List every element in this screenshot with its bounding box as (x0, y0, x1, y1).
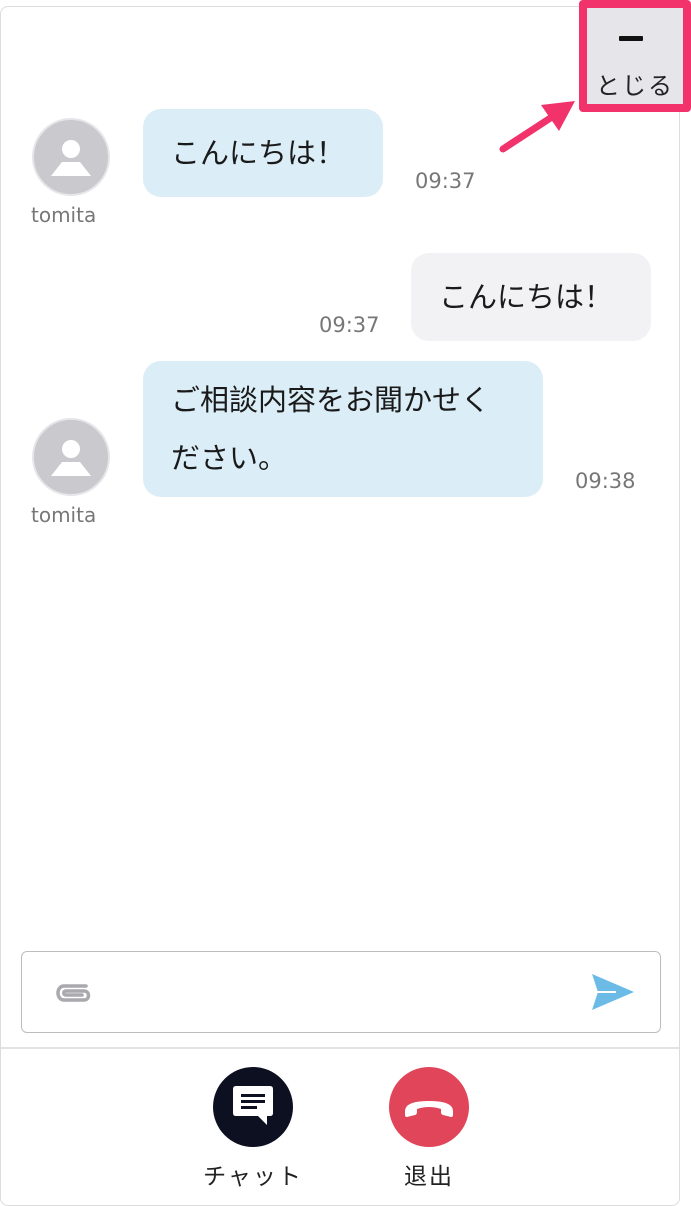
annotation-arrow-icon (499, 101, 575, 153)
message-time: 09:37 (319, 313, 380, 337)
leave-button[interactable]: 退出 (359, 1067, 499, 1197)
message-composer (21, 951, 661, 1033)
message-text-line: ださい。 (171, 441, 288, 475)
message-time: 09:37 (415, 169, 476, 193)
outgoing-message-bubble: こんにちは！ (411, 253, 651, 341)
bottom-bar-divider (1, 1047, 679, 1049)
message-time: 09:38 (575, 469, 636, 493)
chat-panel: tomita こんにちは！ 09:37 こんにちは！ 09:37 tomita … (0, 6, 680, 1206)
hangup-icon (405, 1101, 453, 1117)
chat-button-label: チャット (203, 1164, 303, 1190)
send-icon[interactable] (590, 972, 636, 1012)
incoming-message-bubble: ご相談内容をお聞かせく ださい。 (143, 361, 543, 497)
chat-button[interactable]: チャット (183, 1067, 323, 1197)
message-input[interactable] (102, 966, 586, 1020)
leave-circle (389, 1067, 469, 1147)
avatar (32, 118, 110, 196)
message-text: こんにちは！ (439, 280, 614, 314)
avatar (32, 418, 110, 496)
incoming-message-bubble: こんにちは！ (143, 109, 383, 197)
user-avatar-icon (51, 140, 91, 176)
sender-name: tomita (31, 503, 97, 527)
paperclip-icon[interactable] (50, 978, 94, 1008)
message-text: こんにちは！ (171, 136, 346, 170)
chat-circle (213, 1067, 293, 1147)
chat-widget-page: tomita こんにちは！ 09:37 こんにちは！ 09:37 tomita … (0, 0, 691, 1206)
user-avatar-icon (51, 440, 91, 476)
leave-button-label: 退出 (404, 1164, 454, 1190)
annotation-highlight-box (579, 0, 691, 112)
chat-icon (233, 1086, 273, 1125)
message-text-line: ご相談内容をお聞かせく (171, 383, 491, 417)
sender-name: tomita (31, 203, 97, 227)
